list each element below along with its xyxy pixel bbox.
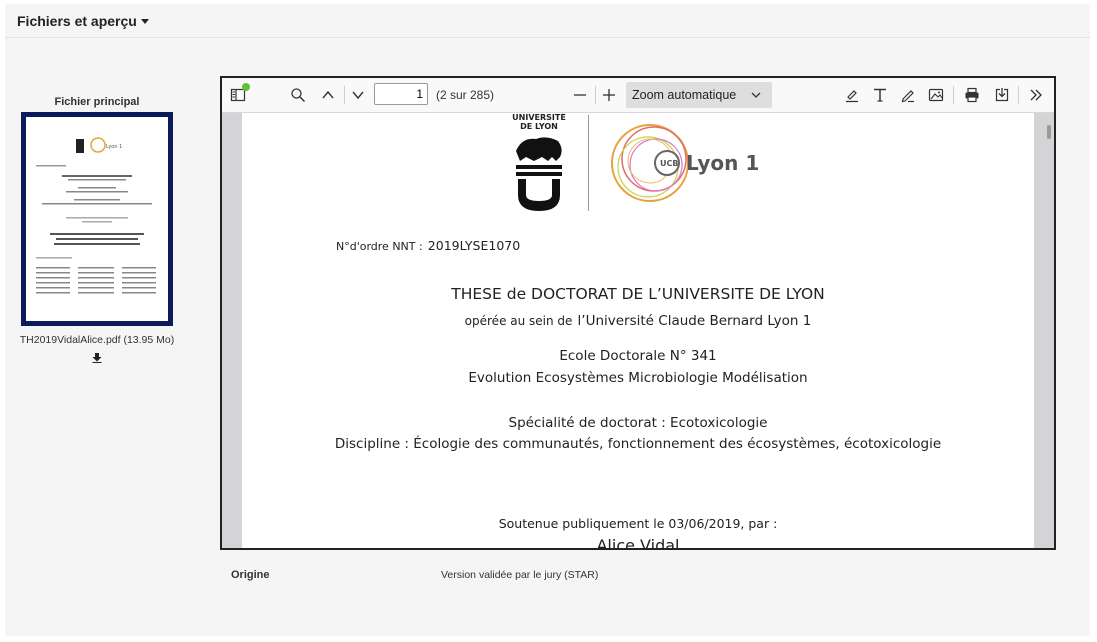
lyon1-logo: UCB Lyon 1 — [610, 115, 770, 215]
pdf-page: UNIVERSITÉ DE LYON UCB Lyon 1 N°d'ordre … — [242, 113, 1034, 548]
main-file-block: Fichier principal Lyon 1 TH2019VidalAlic… — [16, 96, 178, 366]
logo-divider — [588, 115, 589, 211]
origin-value: Version validée par le jury (STAR) — [441, 569, 599, 581]
section-title: Fichiers et aperçu — [17, 13, 137, 29]
ucb-circles-icon: UCB — [611, 124, 689, 202]
doc-line-4: Evolution Ecosystèmes Microbiologie Modé… — [468, 370, 808, 386]
toolbar-separator — [953, 86, 954, 104]
logo-text-top: UNIVERSITÉ — [512, 113, 566, 122]
pdf-viewer: (2 sur 285) Zoom automatique — [220, 76, 1056, 550]
section-toggle[interactable]: Fichiers et aperçu — [17, 13, 149, 29]
doc-line-5: Spécialité de doctorat : Ecotoxicologie — [508, 415, 768, 431]
thumbnail-preview: Lyon 1 — [26, 117, 168, 321]
origin-label: Origine — [231, 569, 270, 581]
universite-de-lyon-logo: UNIVERSITÉ DE LYON — [512, 113, 566, 213]
zoom-select[interactable]: Zoom automatique — [626, 82, 772, 108]
chevron-down-icon — [751, 92, 761, 98]
zoom-value: Zoom automatique — [632, 88, 737, 102]
main-file-name[interactable]: TH2019VidalAlice.pdf (13.95 Mo) — [16, 334, 178, 346]
chevron-up-icon[interactable] — [316, 83, 340, 107]
sidebar-toggle-icon[interactable] — [226, 83, 250, 107]
doc-line-7: Soutenue publiquement le 03/06/2019, par… — [498, 516, 778, 531]
scrollbar-thumb[interactable] — [1047, 125, 1051, 139]
plus-icon[interactable] — [597, 83, 621, 107]
logo-text-bottom: DE LYON — [520, 122, 558, 131]
notification-dot — [242, 83, 250, 91]
download-icon[interactable] — [990, 83, 1014, 107]
toolbar-separator — [1018, 86, 1019, 104]
pen-icon[interactable] — [896, 83, 920, 107]
nnt-label: N°d'ordre NNT : — [336, 240, 423, 253]
doc-line-1: THESE de DOCTORAT DE L’UNIVERSITE DE LYO… — [451, 285, 825, 303]
main-file-label: Fichier principal — [54, 96, 140, 108]
toolbar-separator — [595, 86, 596, 104]
page-count: (2 sur 285) — [436, 88, 495, 102]
nnt-value: 2019LYSE1070 — [427, 238, 521, 253]
double-chevron-right-icon[interactable] — [1024, 83, 1048, 107]
mini-logo-text: Lyon 1 — [106, 144, 122, 150]
nnt-line: N°d'ordre NNT : 2019LYSE1070 — [336, 235, 520, 254]
image-icon[interactable] — [924, 83, 948, 107]
doc-line-2: opérée au sein de l’Université Claude Be… — [242, 310, 1034, 329]
page-number-input[interactable] — [374, 83, 428, 105]
chevron-down-icon[interactable] — [346, 83, 370, 107]
ucb-logo-text: UCB — [660, 159, 678, 168]
doc-line-8: Alice Vidal — [596, 536, 680, 548]
caret-down-icon — [140, 19, 149, 24]
main-file-thumbnail[interactable]: Lyon 1 — [21, 112, 173, 326]
text-icon[interactable] — [868, 83, 892, 107]
doc-line-6: Discipline : Écologie des communautés, f… — [334, 436, 942, 452]
doc-line-2b: l’Université Claude Bernard Lyon 1 — [577, 313, 812, 329]
toolbar-separator — [344, 86, 345, 104]
doc-line-2a: opérée au sein de — [464, 314, 573, 328]
panel-header: Fichiers et aperçu — [5, 4, 1090, 38]
lyon1-logo-text: Lyon 1 — [686, 151, 760, 175]
highlight-icon[interactable] — [840, 83, 864, 107]
search-icon[interactable] — [286, 83, 310, 107]
minus-icon[interactable] — [568, 83, 592, 107]
doc-line-3: Ecole Doctorale N° 341 — [559, 348, 717, 364]
lion-emblem-icon — [516, 137, 562, 211]
print-icon[interactable] — [960, 83, 984, 107]
download-icon[interactable] — [16, 352, 178, 366]
document-area[interactable]: UNIVERSITÉ DE LYON UCB Lyon 1 N°d'ordre … — [222, 113, 1054, 548]
viewer-toolbar: (2 sur 285) Zoom automatique — [222, 78, 1054, 113]
